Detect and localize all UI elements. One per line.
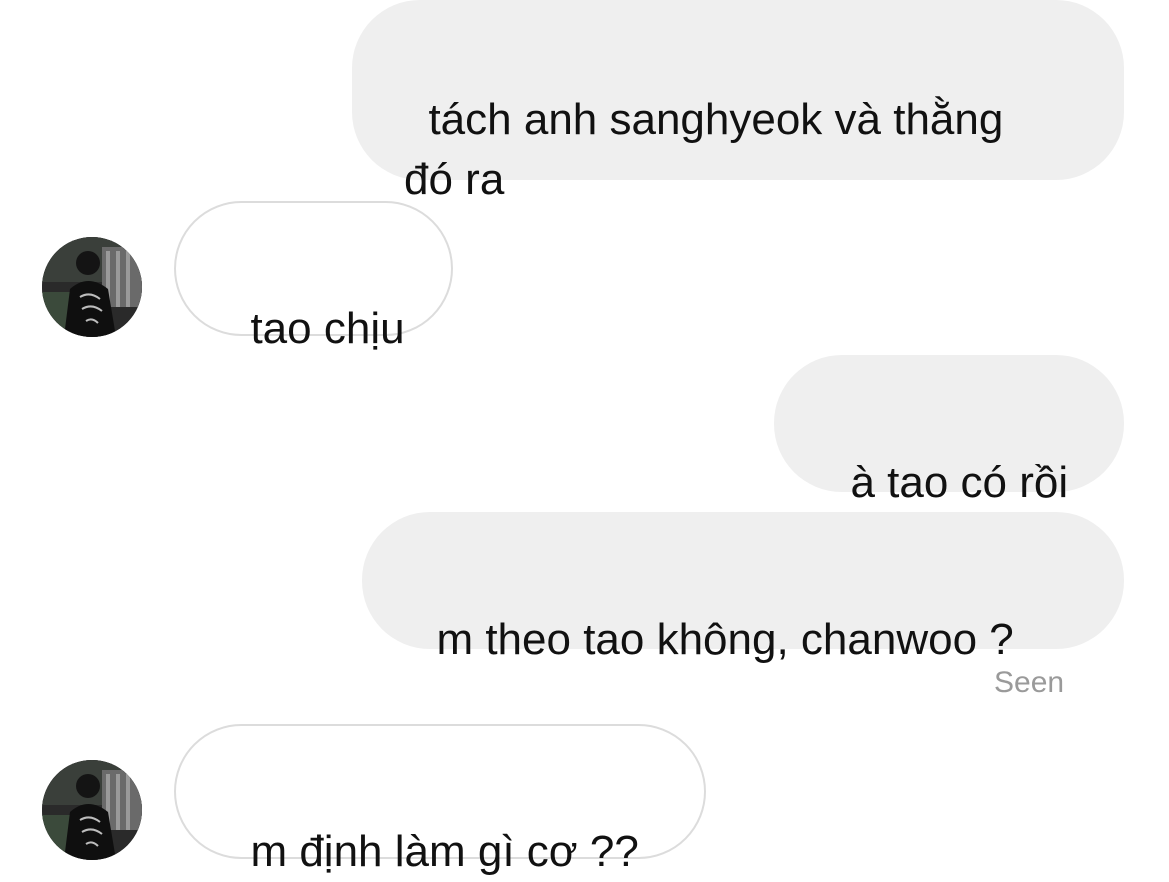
message-text: tách anh sanghyeok và thằng đó ra: [404, 95, 1004, 204]
message-text: à tao có rồi: [850, 458, 1069, 507]
contact-avatar[interactable]: [42, 760, 142, 860]
seen-status: Seen: [994, 666, 1065, 699]
sent-message-bubble[interactable]: à tao có rồi: [774, 355, 1124, 507]
message-text: m theo tao không, chanwoo ?: [436, 615, 1014, 664]
sent-message-bubble[interactable]: tách anh sanghyeok và thằng đó ra: [352, 0, 1124, 204]
received-message-bubble[interactable]: tao chịu: [174, 201, 453, 353]
message-text: tao chịu: [250, 304, 405, 353]
profile-photo-icon: [42, 237, 142, 337]
contact-avatar[interactable]: [42, 237, 142, 337]
sent-message-bubble[interactable]: m theo tao không, chanwoo ?: [362, 512, 1124, 664]
received-message-bubble[interactable]: m định làm gì cơ ??: [174, 724, 706, 876]
message-text: m định làm gì cơ ??: [250, 827, 639, 876]
profile-photo-icon: [42, 760, 142, 860]
